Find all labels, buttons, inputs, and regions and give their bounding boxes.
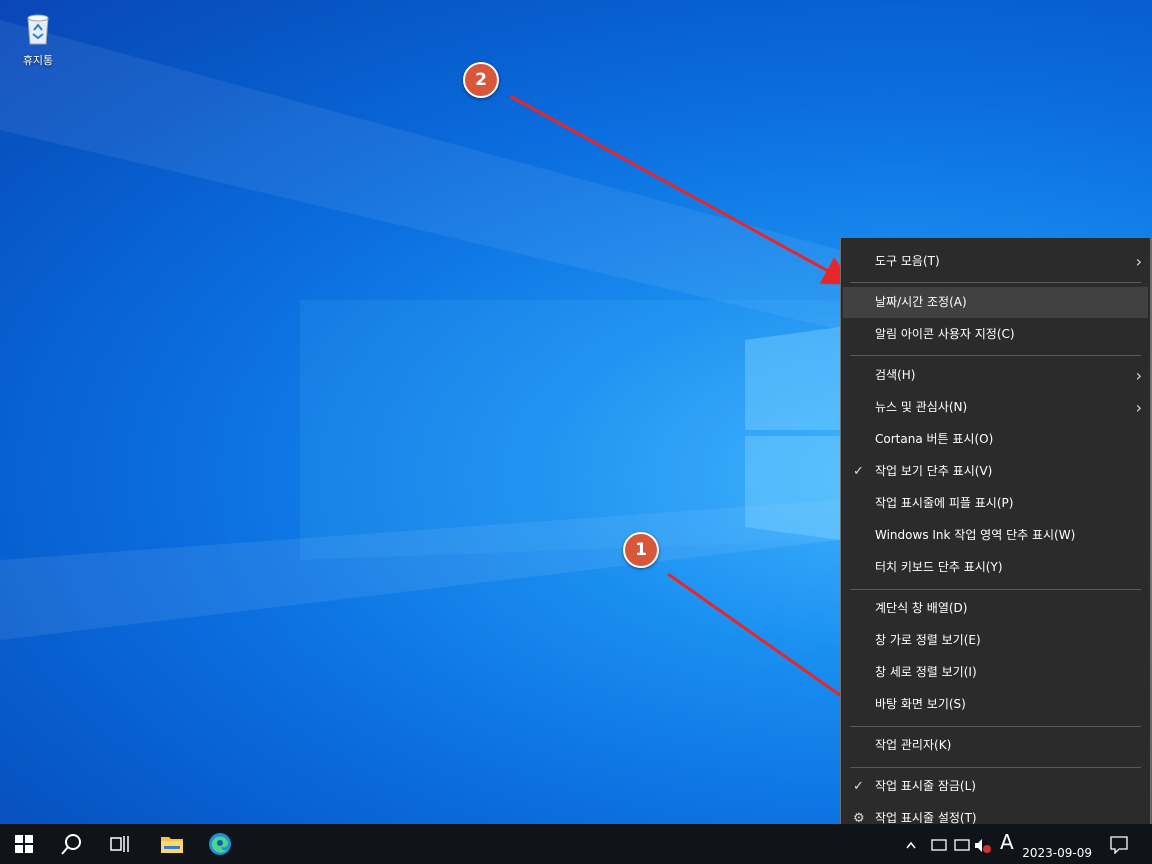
menu-item-label: 바탕 화면 보기(S) xyxy=(875,697,966,711)
taskbar-context-menu: 도구 모음(T) › 날짜/시간 조정(A) 알림 아이콘 사용자 지정(C) … xyxy=(840,237,1151,842)
callout-badge-2: 2 xyxy=(463,62,499,98)
menu-item-show-touch-keyboard[interactable]: 터치 키보드 단추 표시(Y) xyxy=(843,552,1148,583)
input-method-icon[interactable]: A xyxy=(1000,830,1014,854)
menu-item-label: Windows Ink 작업 영역 단추 표시(W) xyxy=(875,528,1076,542)
menu-item-label: 작업 표시줄 설정(T) xyxy=(875,811,977,825)
checkmark-icon: ✓ xyxy=(853,779,864,794)
chevron-right-icon: › xyxy=(1135,252,1142,271)
search-button[interactable] xyxy=(48,824,96,864)
menu-item-lock-taskbar[interactable]: ✓ 작업 표시줄 잠금(L) xyxy=(843,771,1148,802)
task-view-icon xyxy=(110,836,129,852)
network-icon[interactable] xyxy=(954,839,970,851)
folder-icon xyxy=(161,837,183,853)
menu-item-label: 검색(H) xyxy=(875,368,916,382)
menu-item-show-desktop[interactable]: 바탕 화면 보기(S) xyxy=(843,689,1148,720)
menu-separator xyxy=(850,589,1141,590)
menu-separator xyxy=(850,767,1141,768)
menu-item-label: 창 세로 정렬 보기(I) xyxy=(875,665,977,679)
menu-item-show-people[interactable]: 작업 표시줄에 피플 표시(P) xyxy=(843,488,1148,519)
chevron-right-icon: › xyxy=(1135,398,1142,417)
menu-item-label: 작업 표시줄 잠금(L) xyxy=(875,779,976,793)
menu-item-label: 날짜/시간 조정(A) xyxy=(875,295,967,309)
menu-item-label: 작업 보기 단추 표시(V) xyxy=(875,464,993,478)
menu-item-label: 뉴스 및 관심사(N) xyxy=(875,400,968,414)
edge-browser-icon xyxy=(209,833,231,855)
taskbar-clock[interactable]: 2023-09-09 xyxy=(1022,846,1092,860)
search-icon xyxy=(61,834,81,855)
taskbar: A 2023-09-09 xyxy=(0,824,1152,864)
menu-item-search[interactable]: 검색(H) › xyxy=(843,360,1148,391)
recycle-bin-icon xyxy=(27,14,49,45)
battery-icon[interactable] xyxy=(931,839,947,851)
mute-x-icon xyxy=(983,845,991,853)
menu-separator xyxy=(850,726,1141,727)
menu-item-show-task-view[interactable]: ✓ 작업 보기 단추 표시(V) xyxy=(843,456,1148,487)
recycle-bin-desktop-icon[interactable]: 휴지통 xyxy=(8,8,68,68)
chevron-up-icon[interactable] xyxy=(906,841,916,849)
menu-item-label: 알림 아이콘 사용자 지정(C) xyxy=(875,327,1015,341)
menu-separator xyxy=(850,282,1141,283)
menu-item-task-manager[interactable]: 작업 관리자(K) xyxy=(843,730,1148,761)
menu-item-label: 터치 키보드 단추 표시(Y) xyxy=(875,560,1003,574)
menu-item-label: 창 가로 정렬 보기(E) xyxy=(875,633,981,647)
notification-center-icon[interactable] xyxy=(1110,836,1128,854)
windows-logo-icon xyxy=(15,835,33,853)
menu-item-show-cortana[interactable]: Cortana 버튼 표시(O) xyxy=(843,424,1148,455)
menu-item-cascade-windows[interactable]: 계단식 창 배열(D) xyxy=(843,593,1148,624)
menu-item-adjust-datetime[interactable]: 날짜/시간 조정(A) xyxy=(843,287,1148,318)
edge-browser-button[interactable] xyxy=(196,824,244,864)
task-view-button[interactable] xyxy=(96,824,144,864)
start-button[interactable] xyxy=(0,824,48,864)
recycle-bin-label: 휴지통 xyxy=(22,54,54,67)
menu-item-label: Cortana 버튼 표시(O) xyxy=(875,432,994,446)
menu-item-show-ink-workspace[interactable]: Windows Ink 작업 영역 단추 표시(W) xyxy=(843,520,1148,551)
menu-item-show-stacked[interactable]: 창 가로 정렬 보기(E) xyxy=(843,625,1148,656)
menu-separator xyxy=(850,355,1141,356)
callout-badge-1: 1 xyxy=(623,532,659,568)
chevron-right-icon: › xyxy=(1135,366,1142,385)
menu-item-customize-notification-icons[interactable]: 알림 아이콘 사용자 지정(C) xyxy=(843,319,1148,350)
menu-item-show-side-by-side[interactable]: 창 세로 정렬 보기(I) xyxy=(843,657,1148,688)
file-explorer-button[interactable] xyxy=(148,824,196,864)
menu-item-label: 계단식 창 배열(D) xyxy=(875,601,968,615)
menu-item-label: 작업 표시줄에 피플 표시(P) xyxy=(875,496,1014,510)
menu-item-label: 작업 관리자(K) xyxy=(875,738,952,752)
clock-date: 2023-09-09 xyxy=(1022,846,1092,860)
menu-item-news-interests[interactable]: 뉴스 및 관심사(N) › xyxy=(843,392,1148,423)
volume-icon[interactable] xyxy=(975,839,982,852)
checkmark-icon: ✓ xyxy=(853,464,864,479)
system-tray-icons[interactable] xyxy=(905,836,995,856)
menu-item-label: 도구 모음(T) xyxy=(875,254,940,268)
menu-item-toolbars[interactable]: 도구 모음(T) › xyxy=(843,246,1148,277)
